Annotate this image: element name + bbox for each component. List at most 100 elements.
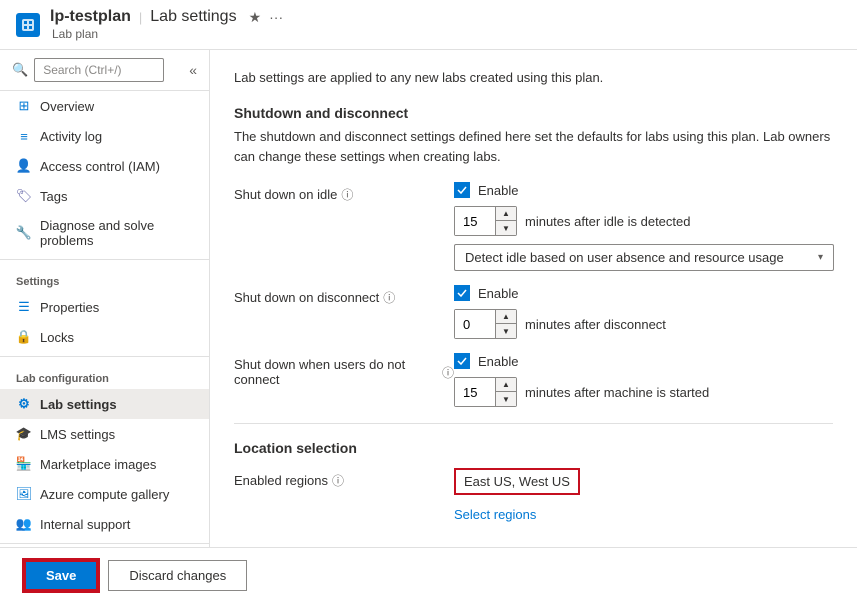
disconnect-minutes-stepper: ▲ ▼ <box>454 309 517 339</box>
shutdown-section: Shutdown and disconnect The shutdown and… <box>234 105 833 407</box>
resource-type: Lab plan <box>52 27 283 41</box>
idle-detection-value: Detect idle based on user absence and re… <box>465 250 784 265</box>
sidebar-item-label: Overview <box>40 99 94 114</box>
sidebar-item-label: Marketplace images <box>40 457 156 472</box>
separator: | <box>139 10 142 25</box>
disconnect-enable-checkbox[interactable] <box>454 285 470 301</box>
regions-value-box: East US, West US <box>454 468 580 495</box>
no-connect-enable-checkbox[interactable] <box>454 353 470 369</box>
discard-changes-button[interactable]: Discard changes <box>108 560 247 591</box>
shut-down-on-idle-controls: Enable ▲ ▼ minutes after idle is detecte… <box>454 182 834 271</box>
sidebar-item-diagnose[interactable]: 🔧 Diagnose and solve problems <box>0 211 209 255</box>
sidebar-item-overview[interactable]: ⊞ Overview <box>0 91 209 121</box>
idle-minutes-row: ▲ ▼ minutes after idle is detected <box>454 206 834 236</box>
shut-down-on-disconnect-controls: Enable ▲ ▼ minutes after disconnect <box>454 285 666 339</box>
shut-down-on-idle-row: Shut down on idle ⓘ Enable <box>234 182 833 271</box>
sidebar-divider-2 <box>0 356 209 357</box>
sidebar-item-tags[interactable]: 🏷 Tags <box>0 181 209 211</box>
sidebar-item-marketplace-images[interactable]: 🏪 Marketplace images <box>0 449 209 479</box>
shutdown-section-title: Shutdown and disconnect <box>234 105 833 121</box>
more-options-icon[interactable]: ··· <box>269 9 283 25</box>
sidebar-item-label: Internal support <box>40 517 130 532</box>
disconnect-stepper-buttons: ▲ ▼ <box>495 310 516 338</box>
location-section-title: Location selection <box>234 440 833 456</box>
disconnect-stepper-down[interactable]: ▼ <box>496 324 516 338</box>
support-icon: 👥 <box>16 516 32 532</box>
idle-stepper-down[interactable]: ▼ <box>496 221 516 235</box>
sidebar-item-properties[interactable]: ☰ Properties <box>0 292 209 322</box>
disconnect-stepper-up[interactable]: ▲ <box>496 310 516 324</box>
sidebar-item-label: Locks <box>40 330 74 345</box>
select-regions-link[interactable]: Select regions <box>454 507 580 522</box>
no-connect-stepper-down[interactable]: ▼ <box>496 392 516 406</box>
sidebar-item-label: Diagnose and solve problems <box>40 218 193 248</box>
tag-icon: 🏷 <box>16 188 32 204</box>
save-button[interactable]: Save <box>24 560 98 591</box>
sidebar-item-activity-log[interactable]: ≡ Activity log <box>0 121 209 151</box>
no-connect-minutes-input[interactable] <box>455 378 495 406</box>
marketplace-icon: 🏪 <box>16 456 32 472</box>
shut-down-no-connect-row: Shut down when users do not connect ⓘ En… <box>234 353 833 407</box>
footer: Save Discard changes <box>0 547 857 603</box>
no-connect-minutes-stepper: ▲ ▼ <box>454 377 517 407</box>
disconnect-info-icon[interactable]: ⓘ <box>383 289 395 306</box>
regions-info-icon[interactable]: ⓘ <box>332 472 344 489</box>
sidebar-item-lab-settings[interactable]: ⚙ Lab settings <box>0 389 209 419</box>
enabled-regions-row: Enabled regions ⓘ East US, West US Selec… <box>234 468 833 522</box>
sidebar-item-locks[interactable]: 🔒 Locks <box>0 322 209 352</box>
idle-stepper-up[interactable]: ▲ <box>496 207 516 221</box>
grid-icon: ⊞ <box>16 98 32 114</box>
no-connect-minutes-row: ▲ ▼ minutes after machine is started <box>454 377 709 407</box>
resource-name: lp-testplan <box>50 8 131 26</box>
shut-down-on-idle-label: Shut down on idle ⓘ <box>234 182 454 203</box>
idle-enable-checkbox[interactable] <box>454 182 470 198</box>
sidebar-item-internal-support[interactable]: 👥 Internal support <box>0 509 209 539</box>
disconnect-enable-row: Enable <box>454 285 666 301</box>
regions-value: East US, West US <box>464 474 570 489</box>
gear-icon: ⚙ <box>16 396 32 412</box>
collapse-sidebar-button[interactable]: « <box>189 62 197 78</box>
person-icon: 👤 <box>16 158 32 174</box>
dropdown-arrow-icon: ▾ <box>818 252 823 263</box>
lock-icon: 🔒 <box>16 329 32 345</box>
lms-icon: 🎓 <box>16 426 32 442</box>
search-input[interactable] <box>34 58 164 82</box>
disconnect-minutes-input[interactable] <box>455 310 495 338</box>
disconnect-minutes-label: minutes after disconnect <box>525 317 666 332</box>
shut-down-no-connect-label: Shut down when users do not connect ⓘ <box>234 353 454 387</box>
sidebar-item-label: Tags <box>40 189 67 204</box>
sidebar-item-label: Lab settings <box>40 397 117 412</box>
gallery-icon: 🖼 <box>16 486 32 502</box>
top-bar: lp-testplan | Lab settings ★ ··· Lab pla… <box>0 0 857 50</box>
lab-config-section-label: Lab configuration <box>0 361 209 389</box>
no-connect-enable-row: Enable <box>454 353 709 369</box>
title-group: lp-testplan | Lab settings ★ ··· Lab pla… <box>50 8 283 41</box>
no-connect-info-icon[interactable]: ⓘ <box>442 364 454 381</box>
search-icon: 🔍 <box>12 62 28 78</box>
sidebar-search-container: 🔍 « <box>0 50 209 91</box>
sidebar-item-label: Properties <box>40 300 99 315</box>
no-connect-minutes-label: minutes after machine is started <box>525 385 709 400</box>
disconnect-enable-label: Enable <box>478 286 518 301</box>
idle-minutes-label: minutes after idle is detected <box>525 214 690 229</box>
sidebar-item-access-control[interactable]: 👤 Access control (IAM) <box>0 151 209 181</box>
idle-enable-label: Enable <box>478 183 518 198</box>
idle-minutes-input[interactable] <box>455 207 495 235</box>
location-section: Location selection Enabled regions ⓘ Eas… <box>234 440 833 522</box>
sidebar-item-label: Access control (IAM) <box>40 159 160 174</box>
shutdown-section-description: The shutdown and disconnect settings def… <box>234 127 833 166</box>
no-connect-enable-label: Enable <box>478 354 518 369</box>
main-layout: 🔍 « ⊞ Overview ≡ Activity log 👤 Access c… <box>0 50 857 547</box>
resource-icon <box>16 13 40 37</box>
no-connect-stepper-buttons: ▲ ▼ <box>495 378 516 406</box>
idle-enable-row: Enable <box>454 182 834 198</box>
bars-icon: ☰ <box>16 299 32 315</box>
favorite-icon[interactable]: ★ <box>249 9 262 26</box>
sidebar-item-lms-settings[interactable]: 🎓 LMS settings <box>0 419 209 449</box>
idle-detection-dropdown[interactable]: Detect idle based on user absence and re… <box>454 244 834 271</box>
idle-info-icon[interactable]: ⓘ <box>341 186 353 203</box>
sidebar-divider-1 <box>0 259 209 260</box>
sidebar-item-azure-compute-gallery[interactable]: 🖼 Azure compute gallery <box>0 479 209 509</box>
no-connect-stepper-up[interactable]: ▲ <box>496 378 516 392</box>
idle-minutes-stepper: ▲ ▼ <box>454 206 517 236</box>
